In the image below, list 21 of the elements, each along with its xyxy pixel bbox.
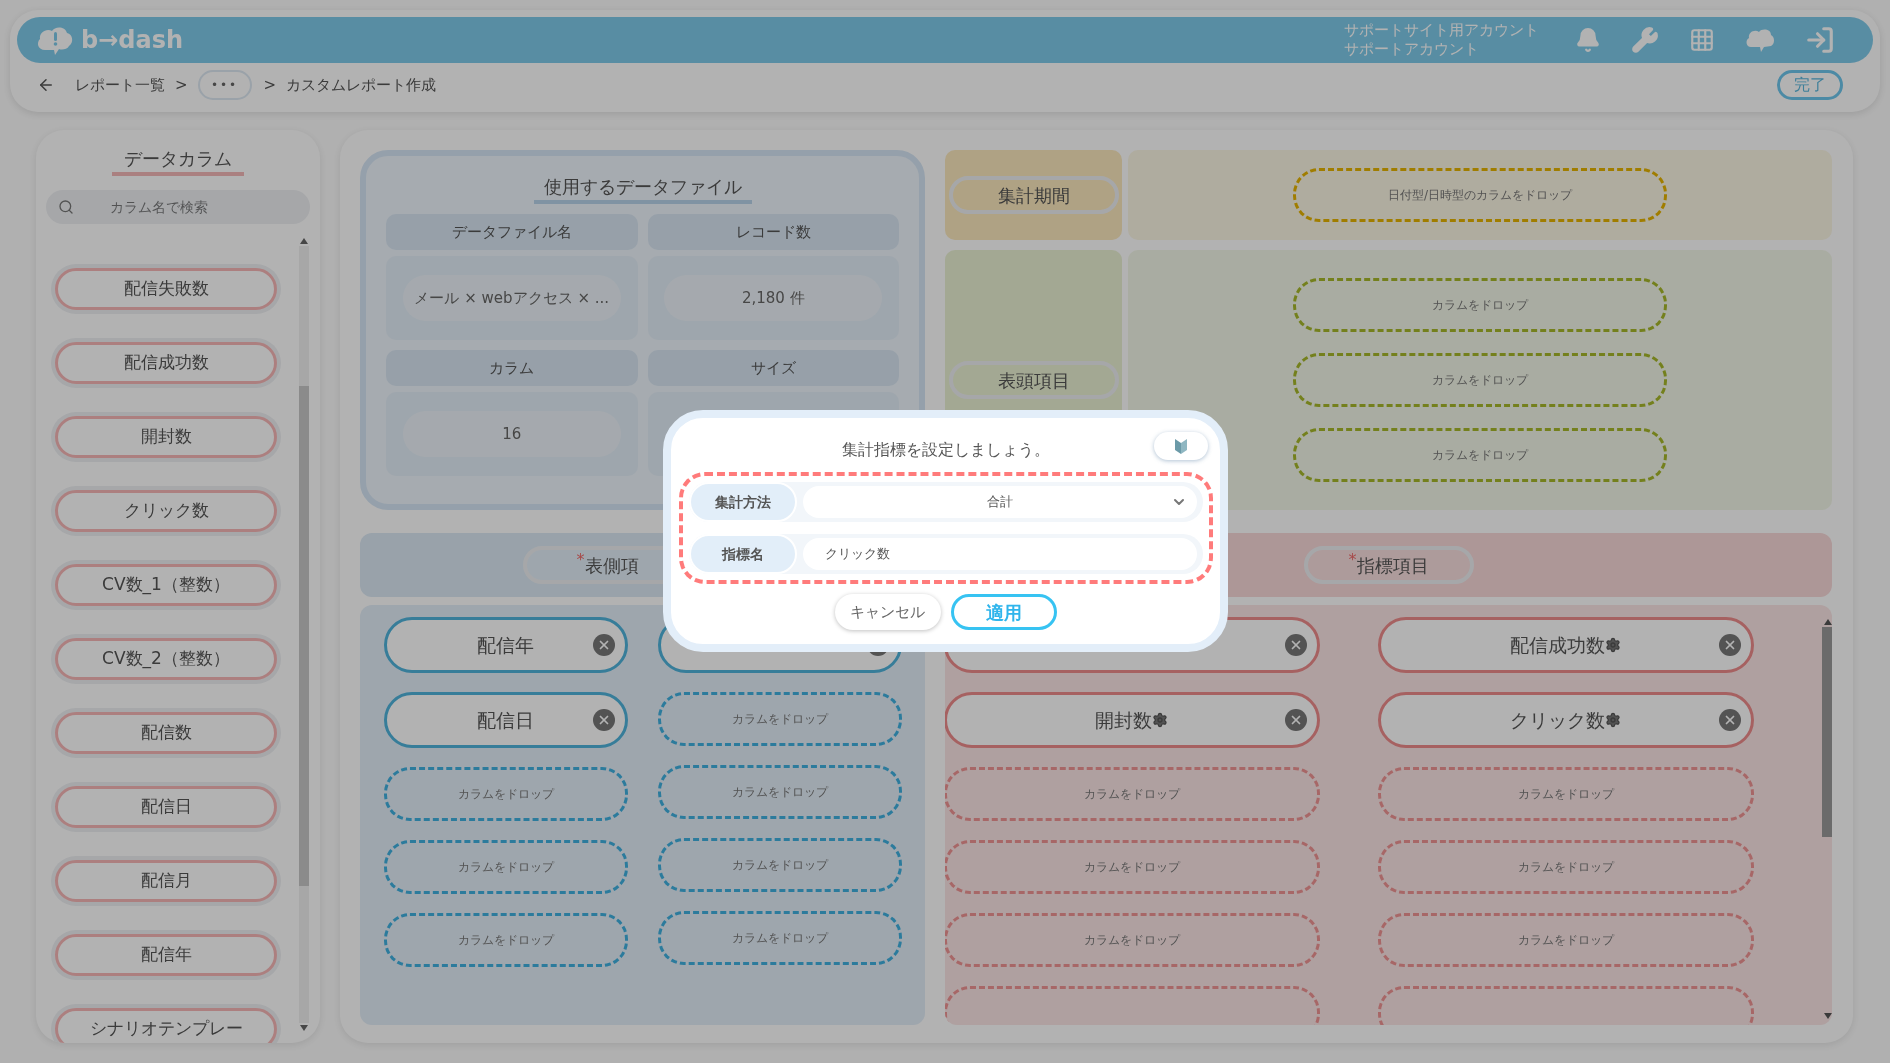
account-name: サポートアカウント xyxy=(1344,40,1480,59)
field-label: レコード数 xyxy=(647,214,899,250)
dialog-title: 集計指標を設定しましょう。 xyxy=(841,439,1050,461)
account-name: サポートサイト用アカウント xyxy=(1344,21,1539,40)
field-value: 2,180 件 xyxy=(664,275,883,321)
breadcrumb-separator: > xyxy=(175,74,188,96)
field-label: 指標名 xyxy=(688,534,797,574)
panel-title: データカラム xyxy=(112,146,244,176)
field-label: データファイル名 xyxy=(386,214,638,250)
section-label: 表頭項目 xyxy=(948,361,1119,399)
breadcrumb-current: カスタムレポート作成 xyxy=(286,74,437,96)
field-value: メール × webアクセス × ... xyxy=(402,275,621,321)
breadcrumb-separator: > xyxy=(263,74,277,96)
field-label: カラム xyxy=(386,350,638,386)
section-label: *指標項目 xyxy=(1303,546,1474,584)
card-title: 使用するデータファイル xyxy=(533,174,752,204)
field-value: 16 xyxy=(402,411,621,457)
field-label: 集計方法 xyxy=(688,482,797,522)
field-label: サイズ xyxy=(647,350,899,386)
logo-text: b→dash xyxy=(81,25,184,56)
section-label: 集計期間 xyxy=(948,176,1119,214)
